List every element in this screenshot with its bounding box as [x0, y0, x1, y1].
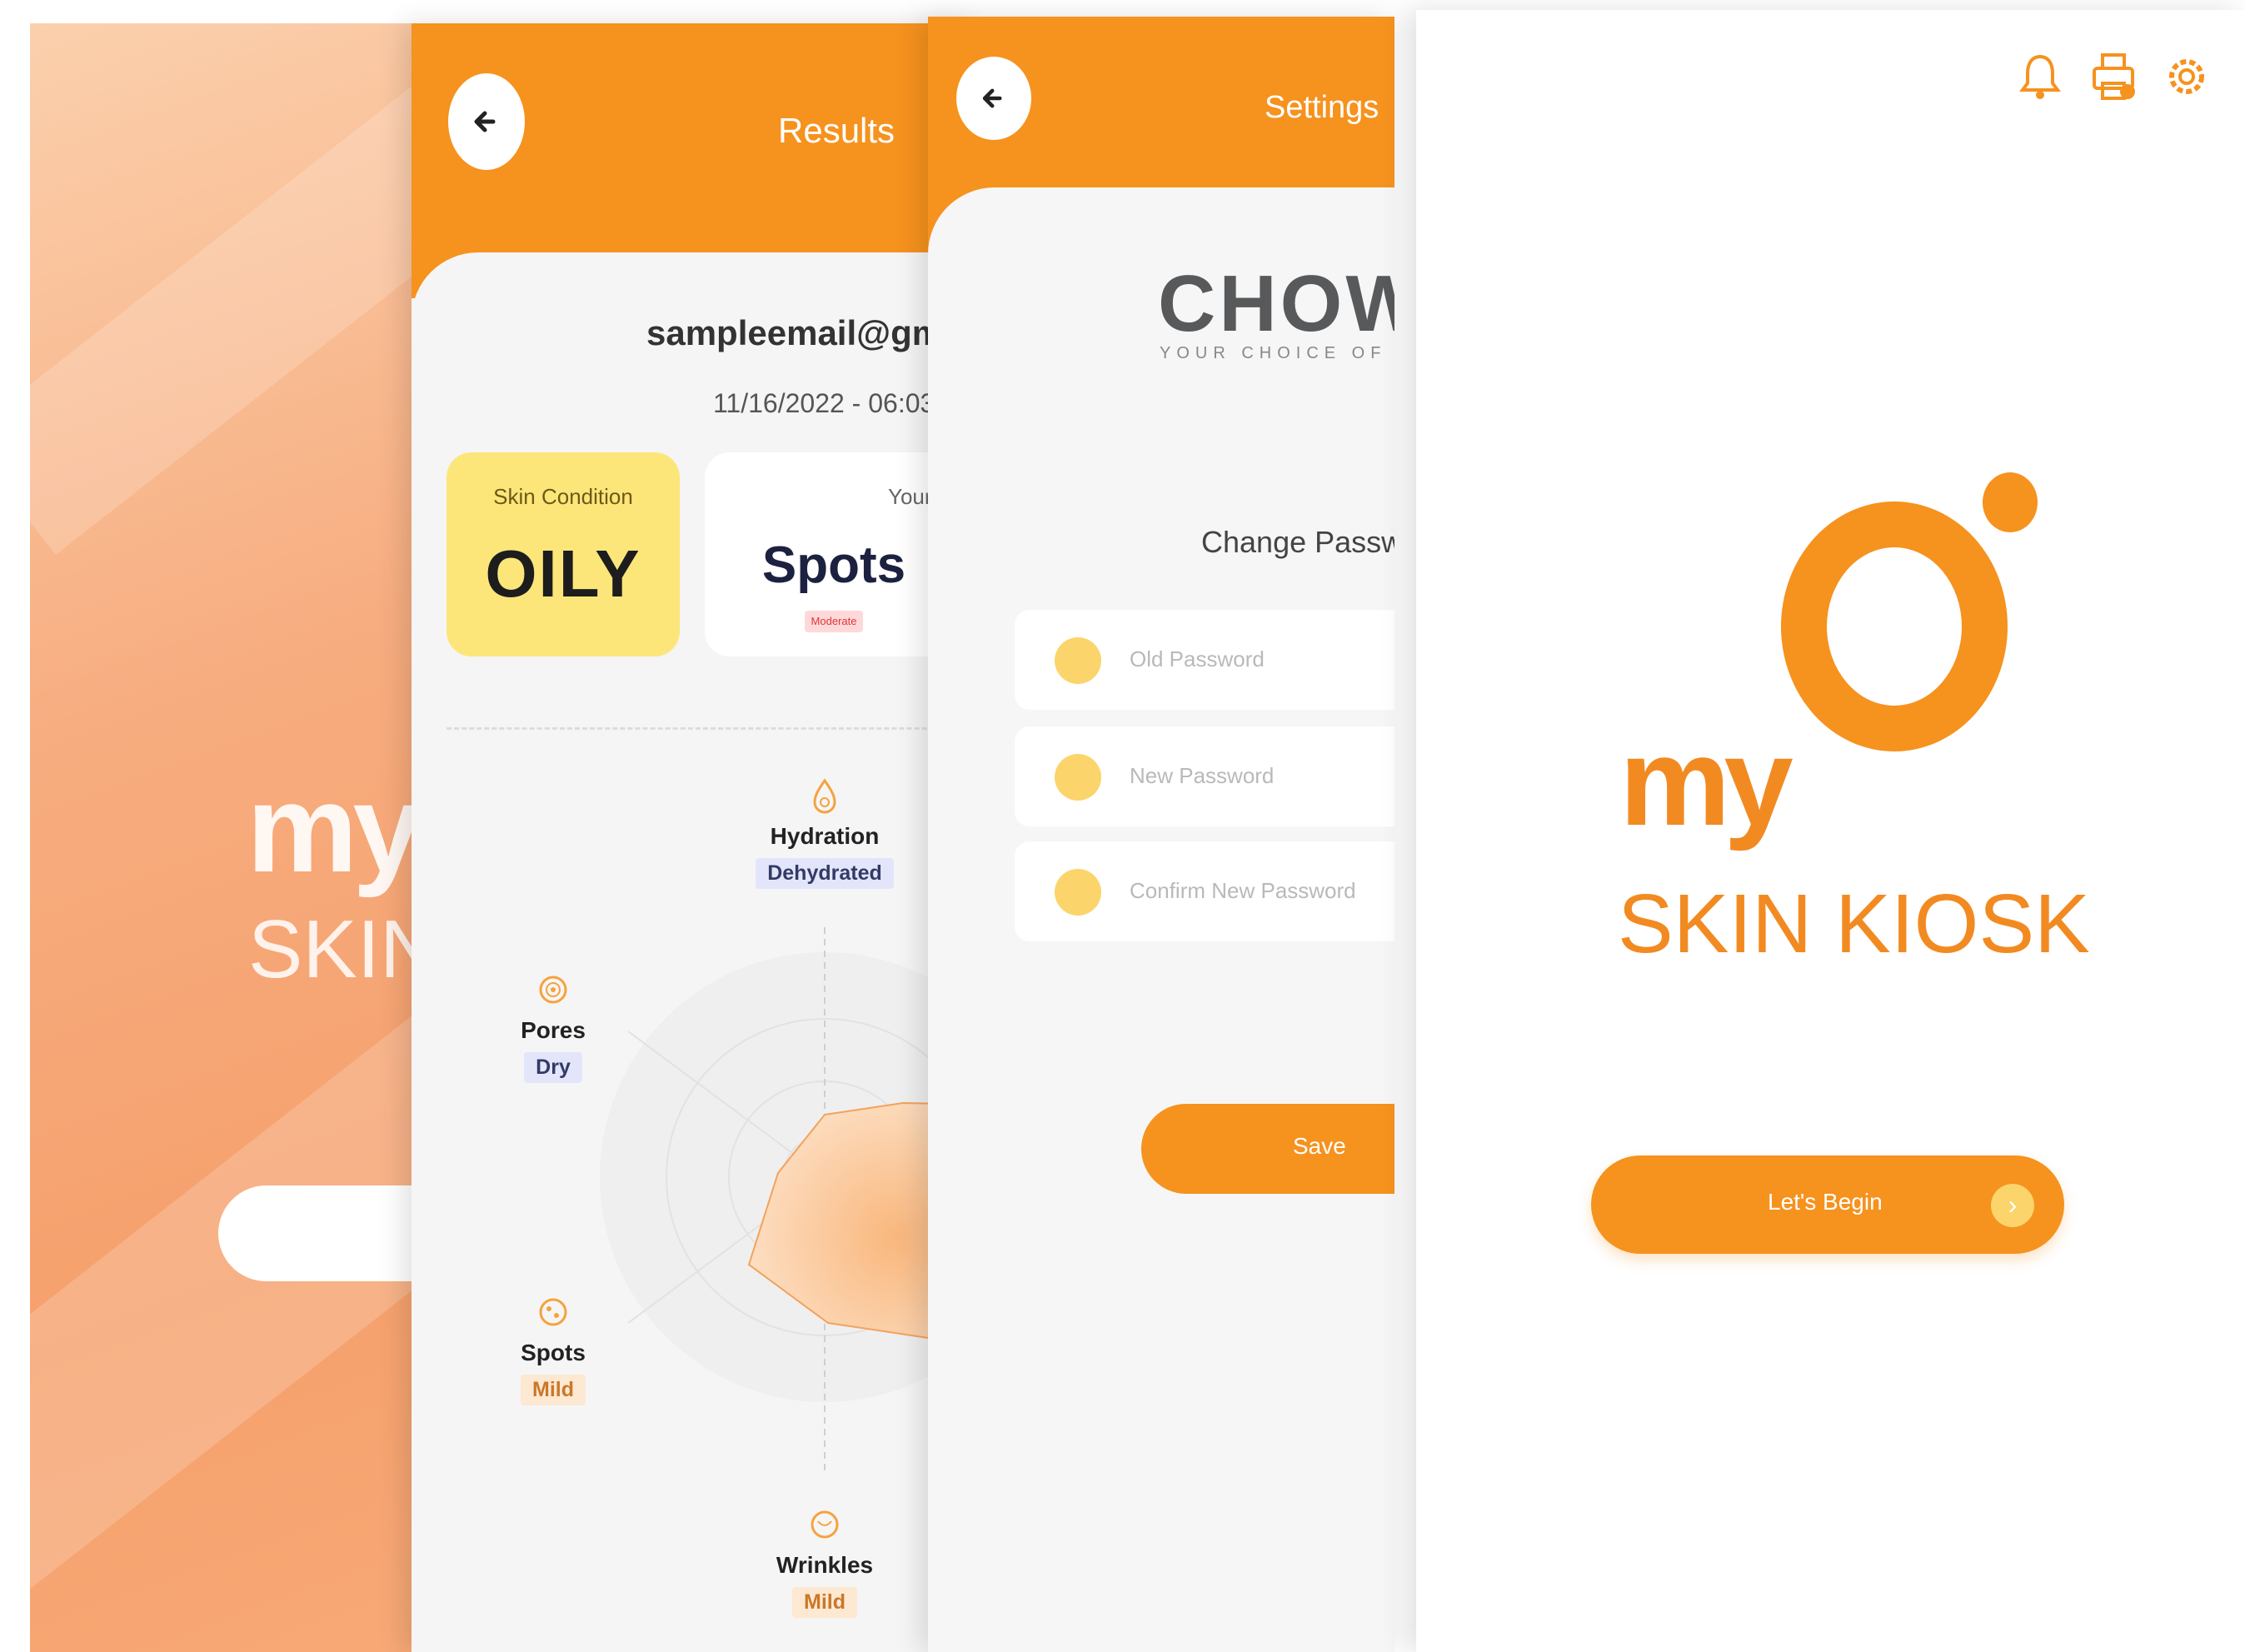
app-showcase: my SKIN Results sampleemail@gmai 11/16/2… — [0, 0, 2245, 1652]
metric-level: Dehydrated — [756, 858, 894, 889]
field-placeholder: Old Password — [1130, 646, 1265, 671]
background-streak — [30, 23, 463, 555]
bell-icon[interactable] — [2018, 50, 2063, 103]
home-logo-skin-kiosk: SKIN KIOSK — [1618, 877, 2090, 971]
brand-logo: CHOW — [1158, 259, 1394, 348]
metric-pores[interactable]: Pores Dry — [470, 971, 636, 1083]
save-label: Save — [1293, 1133, 1346, 1159]
wrinkles-icon — [811, 1510, 839, 1539]
lock-icon — [1055, 754, 1101, 801]
metric-name: Spots — [521, 1340, 586, 1365]
splash-logo-my: my — [247, 758, 422, 898]
home-screen: my SKIN KIOSK Let's Begin › — [1416, 10, 2245, 1652]
splash-logo-skin: SKIN — [248, 903, 439, 995]
top-toolbar — [2018, 50, 2209, 103]
results-screen: Results sampleemail@gmai 11/16/2022 - 06… — [412, 23, 978, 1652]
metric-hydration[interactable]: Hydration Dehydrated — [741, 777, 908, 889]
splash-screen: my SKIN — [30, 23, 463, 1652]
metric-name: Hydration — [770, 823, 880, 849]
arrow-left-icon — [982, 88, 1002, 108]
metric-wrinkles[interactable]: Wrinkles Mild — [741, 1506, 908, 1618]
new-password-field[interactable]: New Password — [1015, 726, 1394, 826]
metric-level: Dry — [524, 1052, 582, 1083]
metric-level: Mild — [521, 1375, 586, 1405]
metric-name: Wrinkles — [776, 1552, 874, 1578]
old-password-field[interactable]: Old Password — [1015, 610, 1394, 710]
home-logo-my: my — [1619, 711, 1794, 851]
brand-tagline: YOUR CHOICE OF DIAG — [1160, 344, 1394, 362]
begin-label: Let's Begin — [1768, 1189, 1883, 1215]
settings-screen: Settings CHOW YOUR CHOICE OF DIAG Change… — [928, 17, 1394, 1652]
printer-icon[interactable] — [2091, 50, 2136, 103]
logo-dot — [1983, 472, 2038, 532]
gear-icon[interactable] — [2164, 50, 2209, 103]
pores-icon — [539, 976, 567, 1004]
page-title: Settings — [1265, 90, 1379, 125]
confirm-password-field[interactable]: Confirm New Password — [1015, 841, 1394, 941]
metric-level: Mild — [792, 1587, 857, 1618]
spots-icon — [539, 1298, 567, 1326]
arrow-right-icon: › — [1991, 1184, 2034, 1227]
back-button[interactable] — [956, 57, 1031, 140]
logo-ring — [1781, 502, 2008, 751]
water-drop-icon — [813, 778, 836, 814]
field-placeholder: New Password — [1130, 763, 1275, 788]
metric-spots[interactable]: Spots Mild — [470, 1294, 636, 1405]
section-title: Change Passwo — [1201, 525, 1394, 559]
field-placeholder: Confirm New Password — [1130, 878, 1356, 903]
metric-name: Pores — [521, 1017, 586, 1043]
lock-icon — [1055, 869, 1101, 916]
lets-begin-button[interactable]: Let's Begin › — [1591, 1155, 2064, 1254]
save-button[interactable]: Save — [1141, 1104, 1394, 1194]
lock-icon — [1055, 637, 1101, 684]
